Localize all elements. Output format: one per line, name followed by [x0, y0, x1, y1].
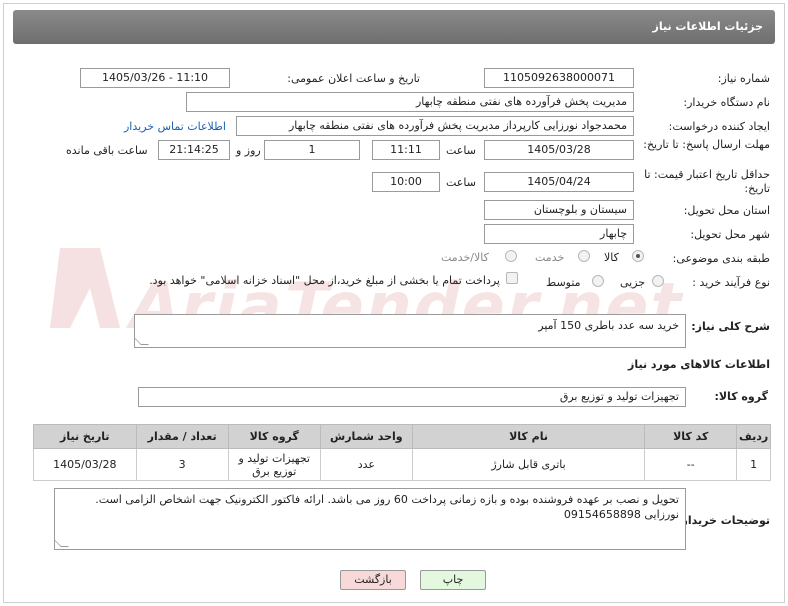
announce-field[interactable]: 1405/03/26 - 11:10	[80, 68, 230, 88]
need-number-label: شماره نیاز:	[717, 72, 770, 85]
reply-time-label: ساعت	[446, 144, 476, 157]
reply-deadline-label: مهلت ارسال پاسخ: تا تاریخ:	[643, 138, 770, 151]
buyer-notes-label: توضیحات خریدار:	[677, 514, 770, 527]
process-option-minor: جزیی	[620, 276, 646, 289]
treasury-payment-note: پرداخت تمام یا بخشی از مبلغ خرید،از محل …	[149, 274, 500, 287]
description-field[interactable]: خرید سه عدد باطری 150 آمپر	[134, 314, 686, 348]
process-option-medium: متوسط	[546, 276, 581, 289]
description-label: شرح کلی نیاز:	[691, 320, 770, 333]
price-time-field[interactable]: 10:00	[372, 172, 440, 192]
buyer-notes-field[interactable]: تحویل و نصب بر عهده فروشنده بوده و بازه …	[54, 488, 686, 550]
remaining-time-label: ساعت باقی مانده	[66, 144, 148, 157]
treasury-payment-checkbox[interactable]	[506, 272, 518, 284]
cell-goods-name: باتری قابل شارژ	[411, 448, 646, 481]
creator-field[interactable]: محمدجواد نورزایی کارپرداز مدیریت پخش فرآ…	[236, 116, 634, 136]
print-button[interactable]: چاپ	[420, 570, 486, 590]
buyer-org-label: نام دستگاه خریدار:	[683, 96, 770, 109]
goods-table: ردیف کد کالا نام کالا واحد شمارش گروه کا…	[33, 424, 771, 481]
category-radio-goods-service[interactable]	[505, 250, 517, 262]
category-radio-goods[interactable]	[632, 250, 644, 262]
table-row[interactable]: 1 -- باتری قابل شارژ عدد تجهیزات تولید و…	[33, 448, 771, 481]
days-field[interactable]: 1	[264, 140, 360, 160]
col-row-number: ردیف	[736, 424, 771, 449]
goods-table-header: ردیف کد کالا نام کالا واحد شمارش گروه کا…	[33, 424, 771, 449]
price-validity-label: حداقل تاریخ اعتبار قیمت: تا تاریخ:	[644, 168, 770, 195]
announce-label: تاریخ و ساعت اعلان عمومی:	[287, 72, 420, 85]
cell-need-date: 1405/03/28	[33, 448, 137, 481]
cell-row-number: 1	[736, 448, 771, 481]
col-goods-code: کد کالا	[644, 424, 738, 449]
category-option-goods-service: کالا/خدمت	[441, 251, 489, 264]
back-button[interactable]: بازگشت	[340, 570, 406, 590]
col-goods-name: نام کالا	[411, 424, 646, 449]
category-label: طبقه بندی موضوعی:	[672, 252, 770, 265]
page-header: جزئیات اطلاعات نیاز	[13, 10, 775, 44]
description-text: خرید سه عدد باطری 150 آمپر	[538, 319, 679, 332]
process-radio-medium[interactable]	[592, 275, 604, 287]
days-label: روز و	[236, 144, 261, 157]
category-radio-service[interactable]	[578, 250, 590, 262]
price-date-field[interactable]: 1405/04/24	[484, 172, 634, 192]
page-title: جزئیات اطلاعات نیاز	[652, 20, 764, 33]
cell-goods-code: --	[644, 448, 738, 481]
city-label: شهر محل تحویل:	[690, 228, 770, 241]
category-option-goods: کالا	[604, 251, 619, 264]
cell-unit: عدد	[319, 448, 413, 481]
resize-grip-icon[interactable]	[55, 539, 69, 547]
cell-quantity: 3	[135, 448, 229, 481]
category-option-service: خدمت	[535, 251, 565, 264]
resize-grip-icon[interactable]	[135, 337, 149, 345]
reply-date-field[interactable]: 1405/03/28	[484, 140, 634, 160]
need-number-field[interactable]: 1105092638000071	[484, 68, 634, 88]
goods-info-heading: اطلاعات کالاهای مورد نیاز	[628, 358, 770, 371]
process-type-label: نوع فرآیند خرید :	[692, 276, 770, 289]
col-goods-group: گروه کالا	[227, 424, 321, 449]
contact-buyer-link[interactable]: اطلاعات تماس خریدار	[124, 120, 226, 133]
goods-group-label: گروه کالا:	[714, 390, 768, 403]
col-unit: واحد شمارش	[319, 424, 413, 449]
reply-time-field[interactable]: 11:11	[372, 140, 440, 160]
city-field[interactable]: چابهار	[484, 224, 634, 244]
price-time-label: ساعت	[446, 176, 476, 189]
remaining-time-field[interactable]: 21:14:25	[158, 140, 230, 160]
province-label: استان محل تحویل:	[683, 204, 770, 217]
col-quantity: تعداد / مقدار	[135, 424, 229, 449]
col-need-date: تاریخ نیاز	[33, 424, 137, 449]
buyer-notes-text: تحویل و نصب بر عهده فروشنده بوده و بازه …	[95, 493, 679, 521]
creator-label: ایجاد کننده درخواست:	[668, 120, 770, 133]
province-field[interactable]: سیستان و بلوچستان	[484, 200, 634, 220]
goods-group-field[interactable]: تجهیزات تولید و توزیع برق	[138, 387, 686, 407]
buyer-org-field[interactable]: مدیریت پخش فرآورده های نفتی منطقه چابهار	[186, 92, 634, 112]
process-radio-minor[interactable]	[652, 275, 664, 287]
cell-goods-group: تجهیزات تولید و توزیع برق	[227, 448, 321, 481]
